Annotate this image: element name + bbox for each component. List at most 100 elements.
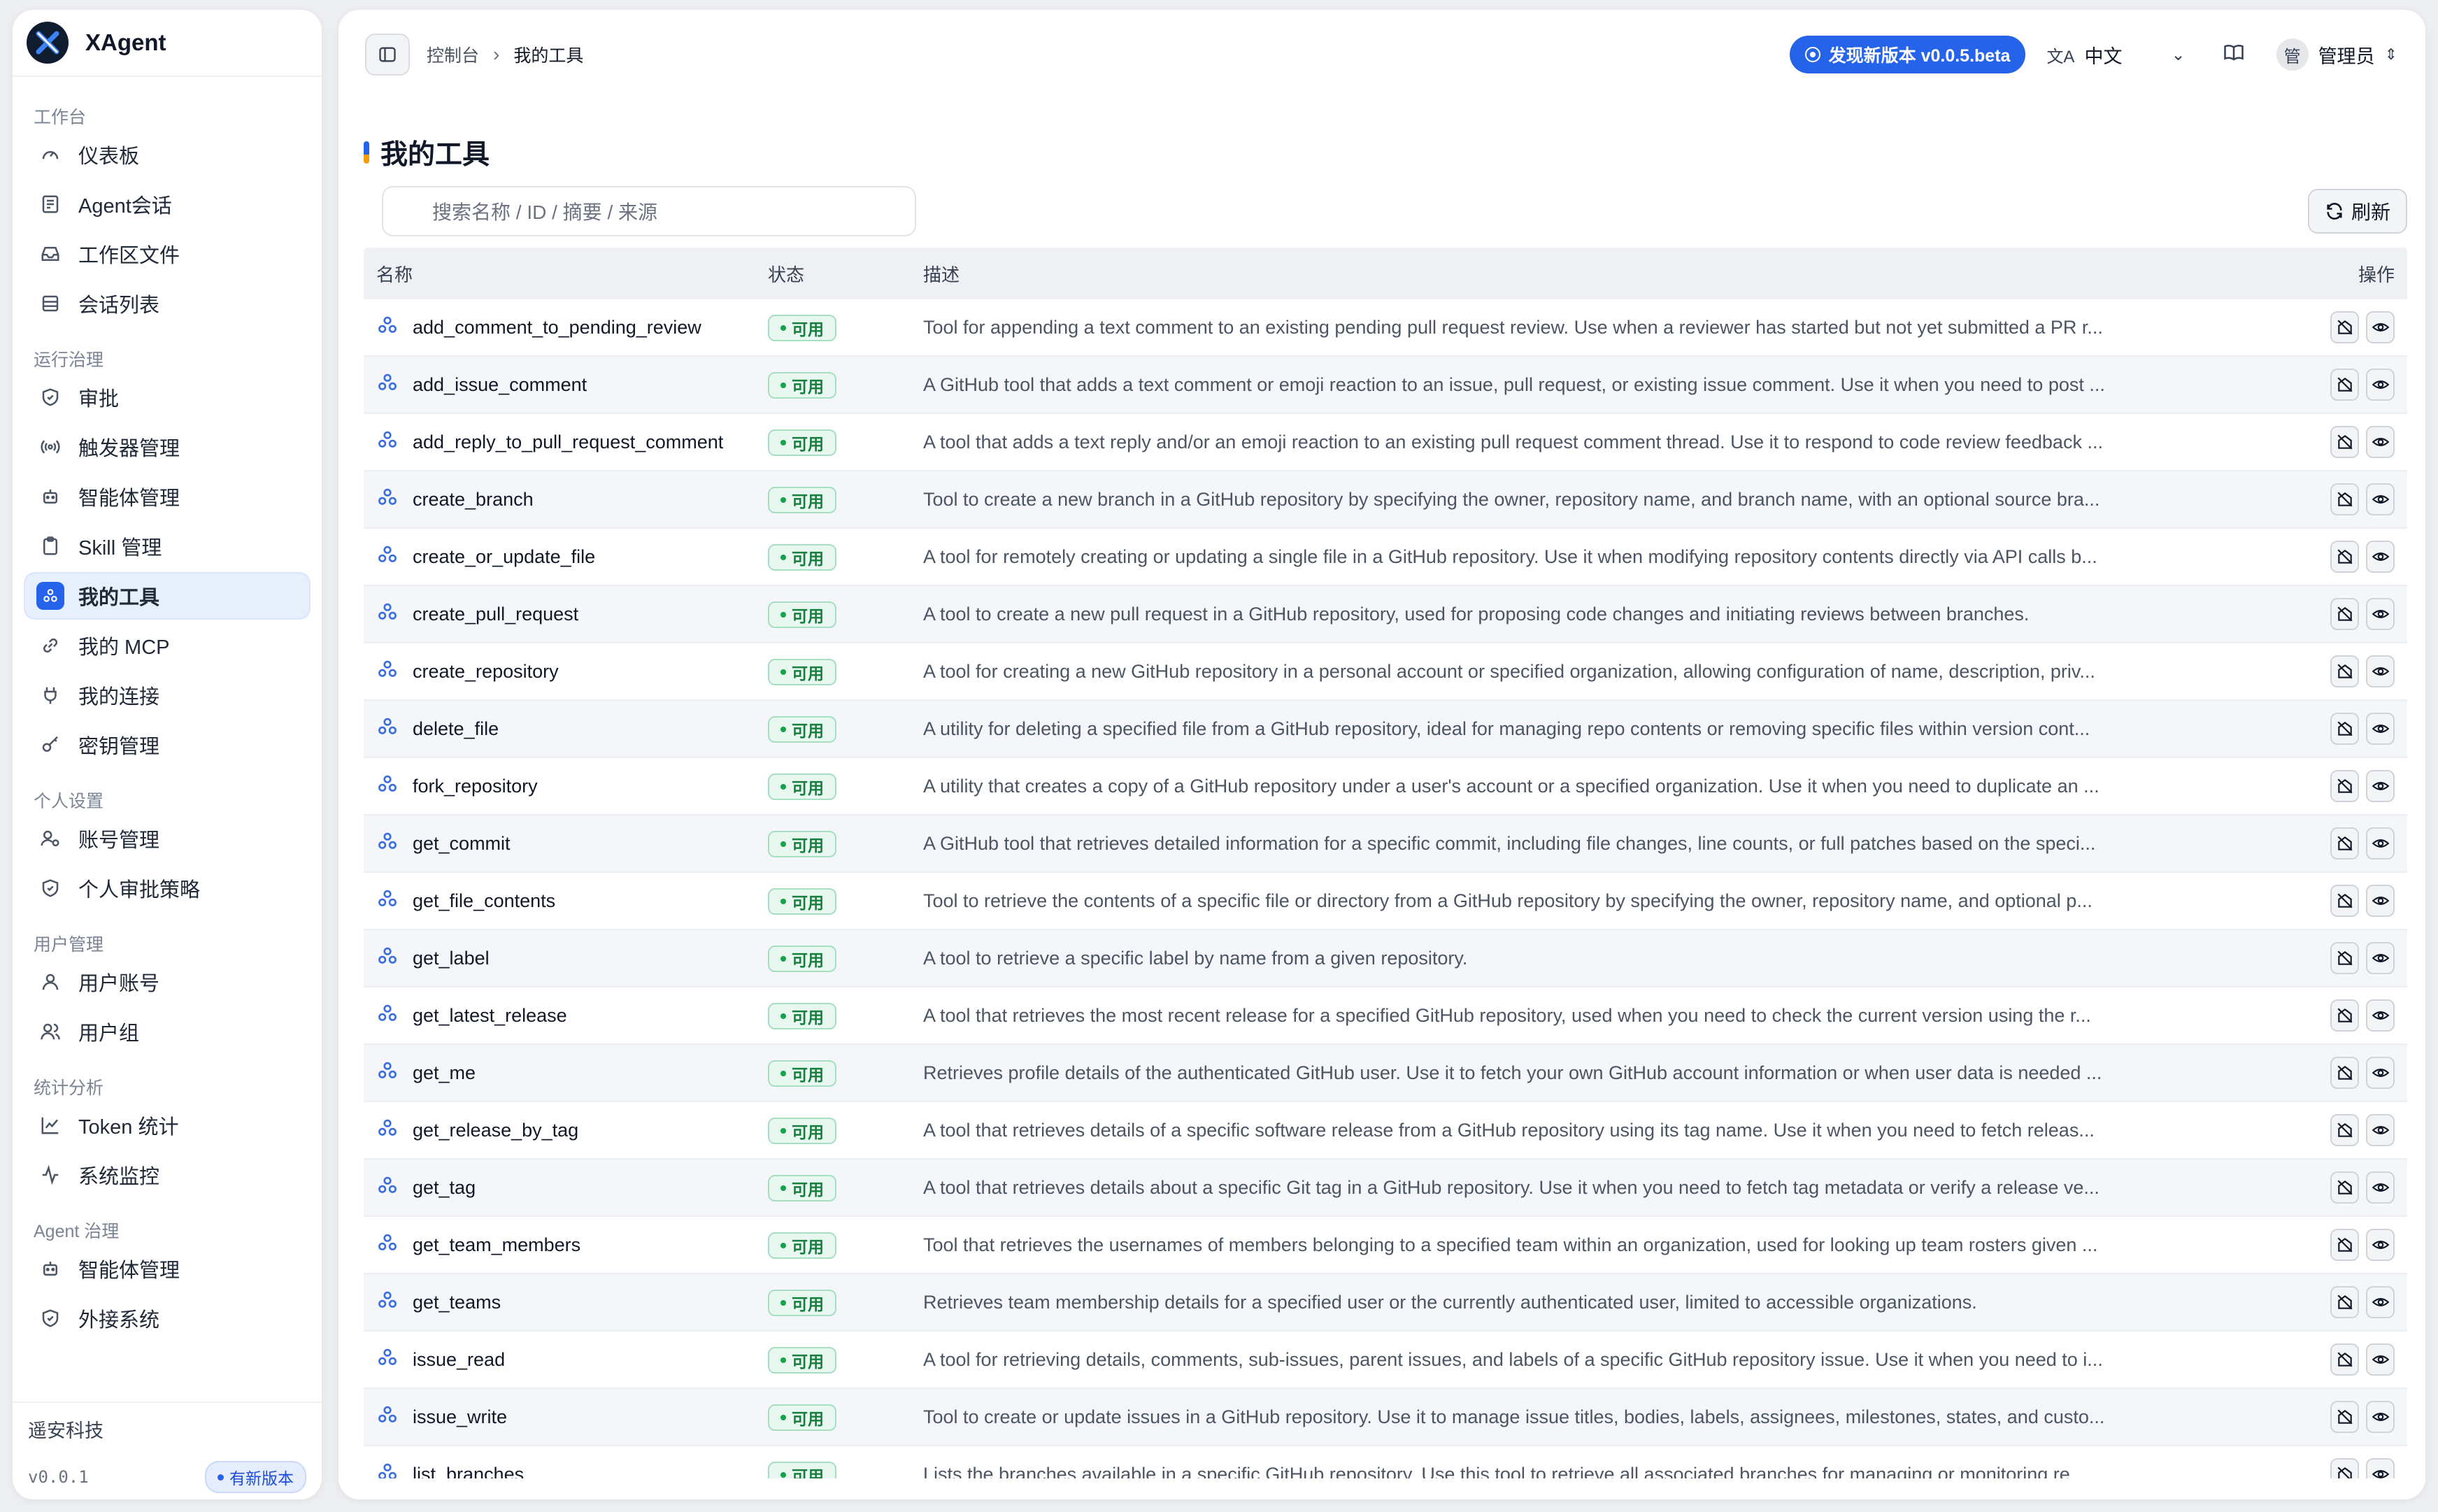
new-version-button[interactable]: 发现新版本 v0.0.5.beta (1789, 36, 2026, 73)
tool-name[interactable]: get_me (413, 1062, 476, 1084)
brand[interactable]: XAgent (13, 10, 322, 77)
sidebar-item[interactable]: 我的工具 (24, 572, 311, 620)
sidebar-item[interactable]: Token 统计 (24, 1101, 311, 1149)
sidebar-item[interactable]: 个人审批策略 (24, 864, 311, 912)
tool-name[interactable]: get_team_members (413, 1234, 580, 1256)
sidebar-item[interactable]: 密钥管理 (24, 721, 311, 769)
view-button[interactable] (2366, 1171, 2395, 1204)
sidebar-item[interactable]: 智能体管理 (24, 473, 311, 520)
table-row[interactable]: add_comment_to_pending_review 可用 Tool fo… (364, 299, 2407, 357)
view-button[interactable] (2366, 885, 2395, 917)
tool-name[interactable]: get_file_contents (413, 890, 555, 912)
tool-name[interactable]: get_tag (413, 1177, 476, 1199)
view-button[interactable] (2366, 1114, 2395, 1146)
tool-name[interactable]: get_release_by_tag (413, 1120, 578, 1141)
sidebar-item[interactable]: 审批 (24, 373, 311, 421)
view-button[interactable] (2366, 1286, 2395, 1318)
sidebar-item[interactable]: 触发器管理 (24, 423, 311, 471)
view-button[interactable] (2366, 426, 2395, 458)
sidebar-item[interactable]: 智能体管理 (24, 1245, 311, 1292)
tool-name[interactable]: delete_file (413, 718, 499, 740)
tool-name[interactable]: add_comment_to_pending_review (413, 317, 701, 338)
disable-button[interactable] (2330, 1343, 2359, 1376)
tool-name[interactable]: create_or_update_file (413, 546, 595, 568)
tool-name[interactable]: fork_repository (413, 776, 538, 797)
view-button[interactable] (2366, 1401, 2395, 1433)
tool-name[interactable]: get_latest_release (413, 1005, 567, 1027)
disable-button[interactable] (2330, 1401, 2359, 1433)
table-row[interactable]: get_teams 可用 Retrieves team membership d… (364, 1274, 2407, 1332)
tool-name[interactable]: get_teams (413, 1292, 501, 1313)
view-button[interactable] (2366, 1057, 2395, 1089)
disable-button[interactable] (2330, 1458, 2359, 1478)
disable-button[interactable] (2330, 369, 2359, 401)
table-row[interactable]: get_file_contents 可用 Tool to retrieve th… (364, 873, 2407, 930)
sidebar-item[interactable]: Agent会话 (24, 180, 311, 228)
disable-button[interactable] (2330, 1229, 2359, 1261)
table-row[interactable]: add_issue_comment 可用 A GitHub tool that … (364, 357, 2407, 414)
sidebar-item[interactable]: 用户组 (24, 1008, 311, 1055)
table-row[interactable]: create_repository 可用 A tool for creating… (364, 643, 2407, 701)
sidebar-item[interactable]: 系统监控 (24, 1151, 311, 1199)
disable-button[interactable] (2330, 713, 2359, 745)
view-button[interactable] (2366, 483, 2395, 515)
disable-button[interactable] (2330, 541, 2359, 573)
view-button[interactable] (2366, 1229, 2395, 1261)
disable-button[interactable] (2330, 1286, 2359, 1318)
disable-button[interactable] (2330, 942, 2359, 974)
sidebar-item[interactable]: 用户账号 (24, 958, 311, 1006)
disable-button[interactable] (2330, 827, 2359, 860)
tool-name[interactable]: create_pull_request (413, 604, 578, 625)
search-input[interactable]: 搜索名称 / ID / 摘要 / 来源 (382, 186, 916, 236)
sidebar-item[interactable]: 我的连接 (24, 671, 311, 719)
view-button[interactable] (2366, 541, 2395, 573)
table-row[interactable]: fork_repository 可用 A utility that create… (364, 758, 2407, 815)
disable-button[interactable] (2330, 1114, 2359, 1146)
disable-button[interactable] (2330, 598, 2359, 630)
view-button[interactable] (2366, 369, 2395, 401)
table-row[interactable]: get_label 可用 A tool to retrieve a specif… (364, 930, 2407, 987)
tool-name[interactable]: issue_write (413, 1406, 507, 1428)
tool-name[interactable]: add_issue_comment (413, 374, 587, 396)
view-button[interactable] (2366, 1458, 2395, 1478)
disable-button[interactable] (2330, 1171, 2359, 1204)
table-row[interactable]: get_latest_release 可用 A tool that retrie… (364, 987, 2407, 1045)
sidebar-item[interactable]: 工作区文件 (24, 230, 311, 278)
table-row[interactable]: create_pull_request 可用 A tool to create … (364, 586, 2407, 643)
disable-button[interactable] (2330, 655, 2359, 687)
tool-name[interactable]: issue_read (413, 1349, 505, 1371)
table-row[interactable]: issue_read 可用 A tool for retrieving deta… (364, 1332, 2407, 1389)
breadcrumb-console[interactable]: 控制台 (427, 42, 479, 67)
disable-button[interactable] (2330, 1057, 2359, 1089)
table-row[interactable]: add_reply_to_pull_request_comment 可用 A t… (364, 414, 2407, 471)
table-row[interactable]: get_tag 可用 A tool that retrieves details… (364, 1160, 2407, 1217)
view-button[interactable] (2366, 999, 2395, 1032)
view-button[interactable] (2366, 1343, 2395, 1376)
tool-name[interactable]: create_repository (413, 661, 559, 683)
tool-name[interactable]: get_label (413, 948, 490, 969)
sidebar-item[interactable]: 外接系统 (24, 1295, 311, 1342)
table-row[interactable]: get_team_members 可用 Tool that retrieves … (364, 1217, 2407, 1274)
sidebar-item[interactable]: Skill 管理 (24, 522, 311, 570)
book-icon[interactable] (2223, 42, 2244, 68)
language-select[interactable]: 文A 中文 ⌄ (2046, 41, 2185, 69)
disable-button[interactable] (2330, 999, 2359, 1032)
sidebar-item[interactable]: 仪表板 (24, 131, 311, 178)
tool-name[interactable]: add_reply_to_pull_request_comment (413, 432, 723, 453)
view-button[interactable] (2366, 713, 2395, 745)
table-row[interactable]: issue_write 可用 Tool to create or update … (364, 1389, 2407, 1446)
view-button[interactable] (2366, 655, 2395, 687)
view-button[interactable] (2366, 770, 2395, 802)
tool-name[interactable]: get_commit (413, 833, 511, 855)
disable-button[interactable] (2330, 483, 2359, 515)
user-menu[interactable]: 管 管理员 ⇕ (2276, 38, 2397, 71)
table-row[interactable]: create_branch 可用 Tool to create a new br… (364, 471, 2407, 529)
table-row[interactable]: get_commit 可用 A GitHub tool that retriev… (364, 815, 2407, 873)
sidebar-item[interactable]: 账号管理 (24, 815, 311, 862)
disable-button[interactable] (2330, 770, 2359, 802)
refresh-button[interactable]: 刷新 (2307, 189, 2407, 234)
view-button[interactable] (2366, 598, 2395, 630)
view-button[interactable] (2366, 827, 2395, 860)
view-button[interactable] (2366, 311, 2395, 343)
table-row[interactable]: create_or_update_file 可用 A tool for remo… (364, 529, 2407, 586)
